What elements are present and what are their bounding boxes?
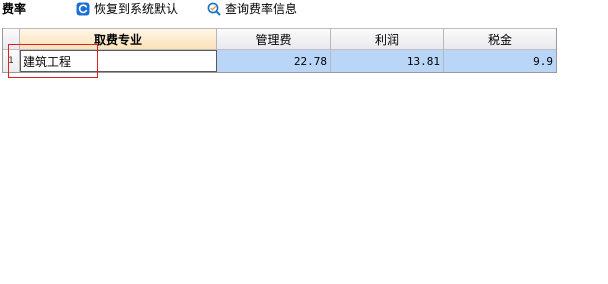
toolbar: 费率 恢复到系统默认 查询费率信息 (0, 0, 608, 20)
header-management-fee[interactable]: 管理费 (217, 29, 331, 50)
restore-default-button[interactable]: 恢复到系统默认 (76, 0, 178, 18)
tax-cell[interactable]: 9.9 (444, 50, 556, 72)
profit-cell[interactable]: 13.81 (331, 50, 444, 72)
restore-default-label: 恢复到系统默认 (94, 2, 179, 16)
search-icon (207, 2, 221, 16)
highlight-box (8, 44, 98, 78)
page-title: 费率 (2, 2, 27, 16)
refresh-icon (76, 2, 90, 16)
header-tax[interactable]: 税金 (444, 29, 556, 50)
header-profit[interactable]: 利润 (331, 29, 444, 50)
query-rate-button[interactable]: 查询费率信息 (207, 0, 297, 18)
management-fee-cell[interactable]: 22.78 (217, 50, 331, 72)
query-rate-label: 查询费率信息 (225, 2, 298, 16)
rate-page: 费率 恢复到系统默认 查询费率信息 取费专业 管理费 利润 税金 1 建筑工程 … (0, 0, 608, 284)
